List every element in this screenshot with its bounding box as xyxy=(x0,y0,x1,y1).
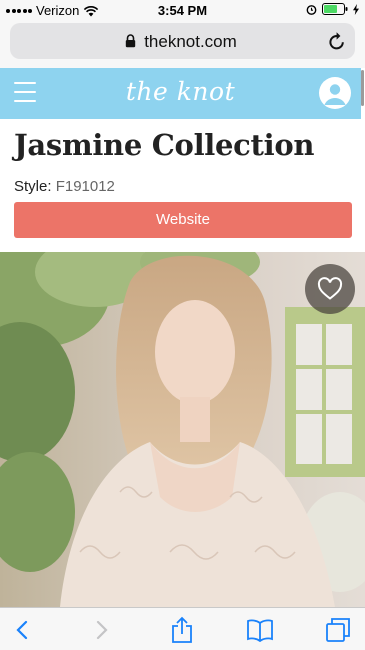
style-value: F191012 xyxy=(55,178,115,195)
account-icon[interactable] xyxy=(319,77,351,109)
favorite-button[interactable] xyxy=(305,264,355,314)
site-logo[interactable]: the knot xyxy=(0,77,361,106)
browser-toolbar xyxy=(0,607,365,650)
forward-icon xyxy=(96,620,108,640)
share-icon xyxy=(172,616,192,643)
tabs-button[interactable] xyxy=(324,616,352,644)
charging-icon xyxy=(353,3,359,15)
reload-icon[interactable] xyxy=(328,31,346,51)
forward-button[interactable] xyxy=(88,616,116,644)
alarm-icon xyxy=(306,4,317,15)
heart-icon xyxy=(317,277,343,300)
back-button[interactable] xyxy=(8,616,36,644)
page-title: Jasmine Collection xyxy=(14,128,315,162)
status-bar: Verizon 3:54 PM xyxy=(0,0,365,20)
bookmarks-icon xyxy=(247,619,273,642)
browser-chrome: theknot.com xyxy=(0,20,365,68)
style-line: Style: F191012 xyxy=(14,178,115,195)
url-text: theknot.com xyxy=(144,32,237,51)
website-button[interactable]: Website xyxy=(14,202,352,238)
share-button[interactable] xyxy=(168,616,196,644)
address-bar[interactable]: theknot.com xyxy=(10,23,355,59)
site-header: the knot xyxy=(0,68,361,119)
battery-icon xyxy=(322,3,348,15)
page-scrollbar xyxy=(361,70,364,106)
bookmarks-button[interactable] xyxy=(246,616,274,644)
back-icon xyxy=(16,620,28,640)
tabs-icon xyxy=(326,618,350,642)
style-label: Style: xyxy=(14,178,52,195)
